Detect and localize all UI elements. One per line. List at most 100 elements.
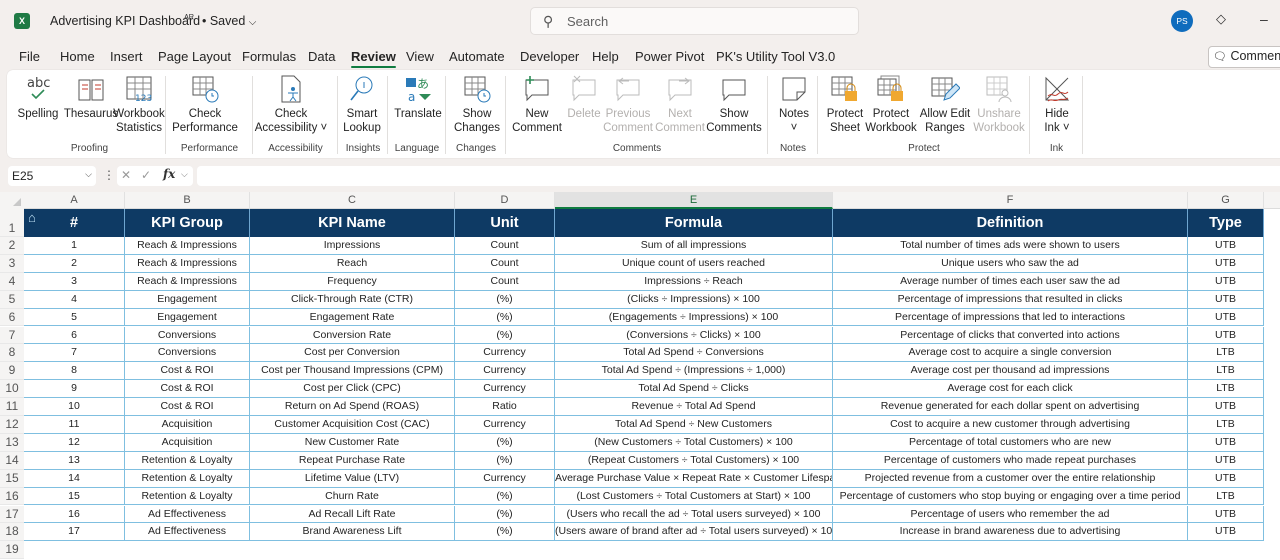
cell-number[interactable]: 6	[24, 326, 125, 345]
previous-comment-button[interactable]: Previous Comment	[603, 74, 653, 135]
excel-icon[interactable]: X	[14, 13, 30, 29]
cell-definition[interactable]: Percentage of customers who made repeat …	[833, 451, 1188, 470]
cell-kpi-group[interactable]: Engagement	[125, 308, 250, 327]
protect-workbook-button[interactable]: Protect Workbook	[865, 74, 917, 135]
row-header-1[interactable]: 1	[0, 209, 24, 237]
cell-type[interactable]: UTB	[1188, 290, 1264, 309]
hide-ink-button[interactable]: Hide Ink ˅	[1037, 74, 1077, 135]
cell-number[interactable]: 4	[24, 290, 125, 309]
cell-unit[interactable]: Count	[455, 272, 555, 291]
cell-kpi-group[interactable]: Reach & Impressions	[125, 272, 250, 291]
cell-formula[interactable]: (New Customers ÷ Total Customers) × 100	[555, 433, 833, 452]
cell-kpi-name[interactable]: Lifetime Value (LTV)	[250, 469, 455, 488]
next-comment-button[interactable]: Next Comment	[655, 74, 705, 135]
cell-kpi-group[interactable]: Retention & Loyalty	[125, 487, 250, 506]
cell-kpi-name[interactable]: Click-Through Rate (CTR)	[250, 290, 455, 309]
cell-kpi-group[interactable]: Engagement	[125, 290, 250, 309]
cell-formula[interactable]: (Engagements ÷ Impressions) × 100	[555, 308, 833, 327]
cell-type[interactable]: LTB	[1188, 487, 1264, 506]
cell-number[interactable]: 13	[24, 451, 125, 470]
cell-kpi-group[interactable]: Cost & ROI	[125, 398, 250, 416]
cell-formula[interactable]: (Users who recall the ad ÷ Total users s…	[555, 505, 833, 524]
protect-sheet-button[interactable]: Protect Sheet	[825, 74, 865, 135]
cell-unit[interactable]: (%)	[455, 326, 555, 345]
cell-formula[interactable]: (Repeat Customers ÷ Total Customers) × 1…	[555, 451, 833, 470]
cell-unit[interactable]: (%)	[455, 290, 555, 309]
cell-number[interactable]: 14	[24, 469, 125, 488]
cell-number[interactable]: 3	[24, 272, 125, 291]
cell-formula[interactable]: Revenue ÷ Total Ad Spend	[555, 398, 833, 416]
tab-page-layout[interactable]: Page Layout	[158, 49, 231, 64]
cell-unit[interactable]: Ratio	[455, 398, 555, 416]
cell-number[interactable]: 11	[24, 416, 125, 434]
cell-definition[interactable]: Cost to acquire a new customer through a…	[833, 416, 1188, 434]
cell-definition[interactable]: Percentage of users who remember the ad	[833, 505, 1188, 524]
cell-kpi-group[interactable]: Reach & Impressions	[125, 237, 250, 255]
cell-type[interactable]: UTB	[1188, 451, 1264, 470]
smart-lookup-button[interactable]: Smart Lookup	[340, 74, 384, 135]
cell-unit[interactable]: Currency	[455, 380, 555, 399]
cell-unit[interactable]: (%)	[455, 523, 555, 542]
column-header-a[interactable]: A	[24, 192, 125, 209]
cell-kpi-name[interactable]: Impressions	[250, 237, 455, 255]
spreadsheet-grid[interactable]: ABCDEFG 1 2 3 4 5 6 7 8 9 10 11 12 13 14 15 16 17 18 19 # KP…	[0, 192, 1280, 560]
cell-kpi-name[interactable]: New Customer Rate	[250, 433, 455, 452]
cell-number[interactable]: 9	[24, 380, 125, 399]
cell-definition[interactable]: Percentage of impressions that led to in…	[833, 308, 1188, 327]
row-header-14[interactable]: 14	[0, 451, 24, 470]
column-header-f[interactable]: F	[833, 192, 1188, 209]
cell-number[interactable]: 17	[24, 523, 125, 542]
header-cell-definition[interactable]: Definition	[833, 209, 1188, 237]
cell-unit[interactable]: (%)	[455, 505, 555, 524]
cancel-icon[interactable]: ✕	[121, 168, 131, 182]
cell-unit[interactable]: (%)	[455, 308, 555, 327]
tab-pk-s-utility-tool-v3-0[interactable]: PK's Utility Tool V3.0	[716, 49, 835, 64]
diamond-icon[interactable]: ◇	[1216, 11, 1226, 27]
cell-type[interactable]: UTB	[1188, 398, 1264, 416]
cell-number[interactable]: 1	[24, 237, 125, 255]
cell-kpi-group[interactable]: Retention & Loyalty	[125, 451, 250, 470]
row-header-6[interactable]: 6	[0, 308, 24, 327]
avatar[interactable]: PS	[1171, 10, 1193, 32]
column-header-e[interactable]: E	[555, 192, 833, 209]
cell-formula[interactable]: (Lost Customers ÷ Total Customers at Sta…	[555, 487, 833, 506]
translate-button[interactable]: あ a Translate	[392, 74, 444, 135]
row-header-17[interactable]: 17	[0, 505, 24, 524]
select-all-corner[interactable]	[0, 192, 24, 209]
cell-definition[interactable]: Total number of times ads were shown to …	[833, 237, 1188, 255]
cell-kpi-group[interactable]: Retention & Loyalty	[125, 469, 250, 488]
cell-type[interactable]: LTB	[1188, 344, 1264, 363]
cell-type[interactable]: UTB	[1188, 505, 1264, 524]
cell-definition[interactable]: Percentage of impressions that resulted …	[833, 290, 1188, 309]
cell-definition[interactable]: Average cost to acquire a single convers…	[833, 344, 1188, 363]
cell-formula[interactable]: (Conversions ÷ Clicks) × 100	[555, 326, 833, 345]
tab-data[interactable]: Data	[308, 49, 335, 64]
cell-type[interactable]: UTB	[1188, 308, 1264, 327]
cell-unit[interactable]: (%)	[455, 487, 555, 506]
cell-definition[interactable]: Projected revenue from a customer over t…	[833, 469, 1188, 488]
formula-input[interactable]	[197, 166, 1280, 186]
cell-kpi-name[interactable]: Cost per Conversion	[250, 344, 455, 363]
cell-kpi-name[interactable]: Cost per Click (CPC)	[250, 380, 455, 399]
cell-formula[interactable]: Total Ad Spend ÷ (Impressions ÷ 1,000)	[555, 362, 833, 381]
cell-kpi-group[interactable]: Reach & Impressions	[125, 254, 250, 273]
search-box[interactable]: ⚲ Search	[530, 7, 859, 35]
cell-definition[interactable]: Revenue generated for each dollar spent …	[833, 398, 1188, 416]
cell-type[interactable]: LTB	[1188, 380, 1264, 399]
row-header-8[interactable]: 8	[0, 344, 24, 363]
column-header-d[interactable]: D	[455, 192, 555, 209]
cell-type[interactable]: LTB	[1188, 362, 1264, 381]
cell-definition[interactable]: Percentage of customers who stop buying …	[833, 487, 1188, 506]
more-options-icon[interactable]: ⋮	[103, 168, 115, 182]
row-header-19[interactable]: 19	[0, 541, 24, 560]
cell-kpi-group[interactable]: Conversions	[125, 326, 250, 345]
cell-kpi-name[interactable]: Conversion Rate	[250, 326, 455, 345]
cell-number[interactable]: 12	[24, 433, 125, 452]
spelling-button[interactable]: abc Spelling	[14, 74, 62, 135]
unshare-workbook-button[interactable]: Unshare Workbook	[973, 74, 1025, 135]
row-header-2[interactable]: 2	[0, 237, 24, 255]
check-performance-button[interactable]: Check Performance	[172, 74, 238, 135]
minimize-button[interactable]: –	[1260, 11, 1268, 27]
row-header-10[interactable]: 10	[0, 380, 24, 399]
cell-definition[interactable]: Increase in brand awareness due to adver…	[833, 523, 1188, 542]
